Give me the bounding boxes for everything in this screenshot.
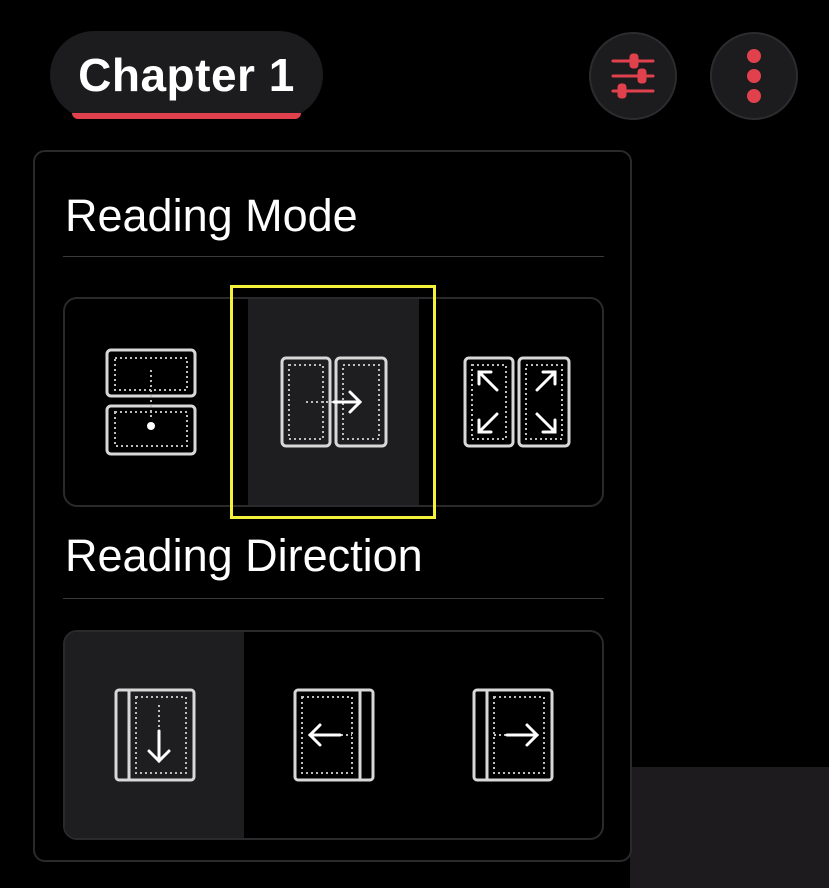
reading-mode-fit-option[interactable]: [431, 299, 602, 505]
background-page-panel: [630, 767, 829, 888]
reading-mode-selector: [63, 297, 604, 507]
paged-horizontal-mode-icon: [280, 356, 387, 448]
more-options-button[interactable]: [710, 32, 798, 120]
reader-settings-popover: Reading Mode Reading Direction: [33, 150, 632, 862]
right-to-left-direction-icon: [293, 688, 374, 782]
reading-direction-title: Reading Direction: [65, 530, 423, 581]
sliders-icon: [611, 53, 655, 99]
more-vertical-icon: [747, 49, 761, 103]
reading-direction-rtl-option[interactable]: [244, 632, 423, 838]
chapter-label: Chapter 1: [78, 49, 295, 101]
reading-mode-vertical-option[interactable]: [65, 299, 236, 505]
top-to-bottom-direction-icon: [114, 688, 195, 782]
left-to-right-direction-icon: [472, 688, 553, 782]
reading-direction-selector: [63, 630, 604, 840]
reading-direction-vertical-option[interactable]: [65, 632, 244, 838]
vertical-scroll-mode-icon: [105, 348, 196, 456]
reading-mode-divider: [63, 256, 604, 257]
reading-direction-ltr-option[interactable]: [423, 632, 602, 838]
reading-mode-title: Reading Mode: [65, 190, 358, 241]
chapter-button[interactable]: Chapter 1: [50, 31, 323, 119]
reading-direction-divider: [63, 598, 604, 599]
fit-screen-mode-icon: [463, 356, 570, 448]
reading-mode-paged-option[interactable]: [248, 299, 419, 505]
reader-settings-button[interactable]: [589, 32, 677, 120]
